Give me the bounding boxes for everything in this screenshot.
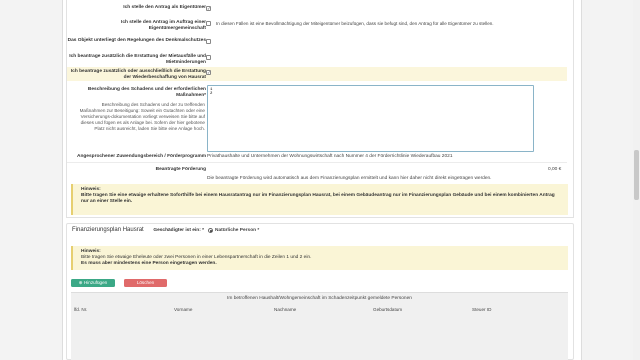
delete-button[interactable]: Löschen bbox=[124, 279, 167, 287]
scrollbar-thumb[interactable] bbox=[634, 150, 639, 200]
persons-table: Im betroffenen Haushalt/Wohngemeinschaft… bbox=[71, 292, 568, 360]
label-funding: Beantragte Förderung bbox=[155, 167, 206, 172]
label-rent-loss: Ich beantrage zusätzlich die Erstattung … bbox=[69, 54, 206, 65]
notice-text: Bitte tragen Sie eine etwaige erhaltene … bbox=[81, 193, 555, 204]
funding-value: 0,00 € bbox=[548, 167, 562, 172]
notice2-line2: Es muss aber mindestens eine Person eing… bbox=[81, 261, 217, 266]
page-scrollbar[interactable] bbox=[633, 0, 640, 360]
description-help: Beschreibung des Schadens und der zu tre… bbox=[79, 102, 205, 131]
program-value: Privathaushalte und Unternehmen der Wohn… bbox=[207, 154, 453, 159]
checkbox-monument[interactable] bbox=[206, 39, 211, 44]
funding-note: Die beantragte Förderung wird automatisc… bbox=[207, 176, 492, 181]
description-textarea[interactable] bbox=[207, 85, 534, 152]
checkbox-rent-loss[interactable] bbox=[206, 55, 211, 60]
add-button[interactable]: ⊕ Hinzufügen bbox=[71, 279, 115, 287]
label-program: Angesprochener Zuwendungsbereich / Förde… bbox=[76, 154, 206, 159]
column-firstname: Vorname bbox=[174, 307, 193, 312]
radio-natural-person[interactable] bbox=[208, 228, 213, 233]
label-description: Beschreibung des Schadens und der erford… bbox=[87, 87, 206, 98]
column-tax-id: Steuer ID bbox=[472, 307, 492, 312]
label-natural-person: Natürliche Person * bbox=[215, 228, 260, 233]
label-monument: Das Objekt unterliegt den Regelungen des… bbox=[67, 38, 206, 43]
label-damaged: Geschädigter ist ein: * bbox=[153, 228, 204, 233]
notice-persons: Hinweis: Bitte tragen Sie etwaige Ehe­le… bbox=[71, 246, 568, 270]
checkbox-owner-community[interactable] bbox=[206, 21, 211, 26]
table-title: Im betroffenen Haushalt/Wohngemeinschaft… bbox=[227, 296, 412, 301]
notice-soforthilfe: Hinweis: Bitte tragen Sie eine etwaige e… bbox=[71, 184, 568, 215]
hint-owner-community: In diesen Fällen ist eine Bevollmächtigu… bbox=[216, 21, 494, 26]
label-owner-community: Ich stelle den Antrag im Auftrag einer E… bbox=[121, 20, 206, 31]
label-household: Ich beantrage zusätzlich oder ausschließ… bbox=[70, 69, 206, 80]
add-button-label: Hinzufügen bbox=[83, 280, 108, 285]
label-owner: Ich stelle den Antrag als Eigentümer bbox=[123, 5, 206, 10]
checkbox-owner[interactable]: ✓ bbox=[206, 6, 211, 11]
column-lastname: Nachname bbox=[274, 307, 297, 312]
divider bbox=[67, 162, 567, 163]
column-number: lfd. Nr. bbox=[74, 307, 88, 312]
column-birthdate: Geburtsdatum bbox=[373, 307, 403, 312]
checkbox-household[interactable]: ✓ bbox=[206, 70, 211, 75]
